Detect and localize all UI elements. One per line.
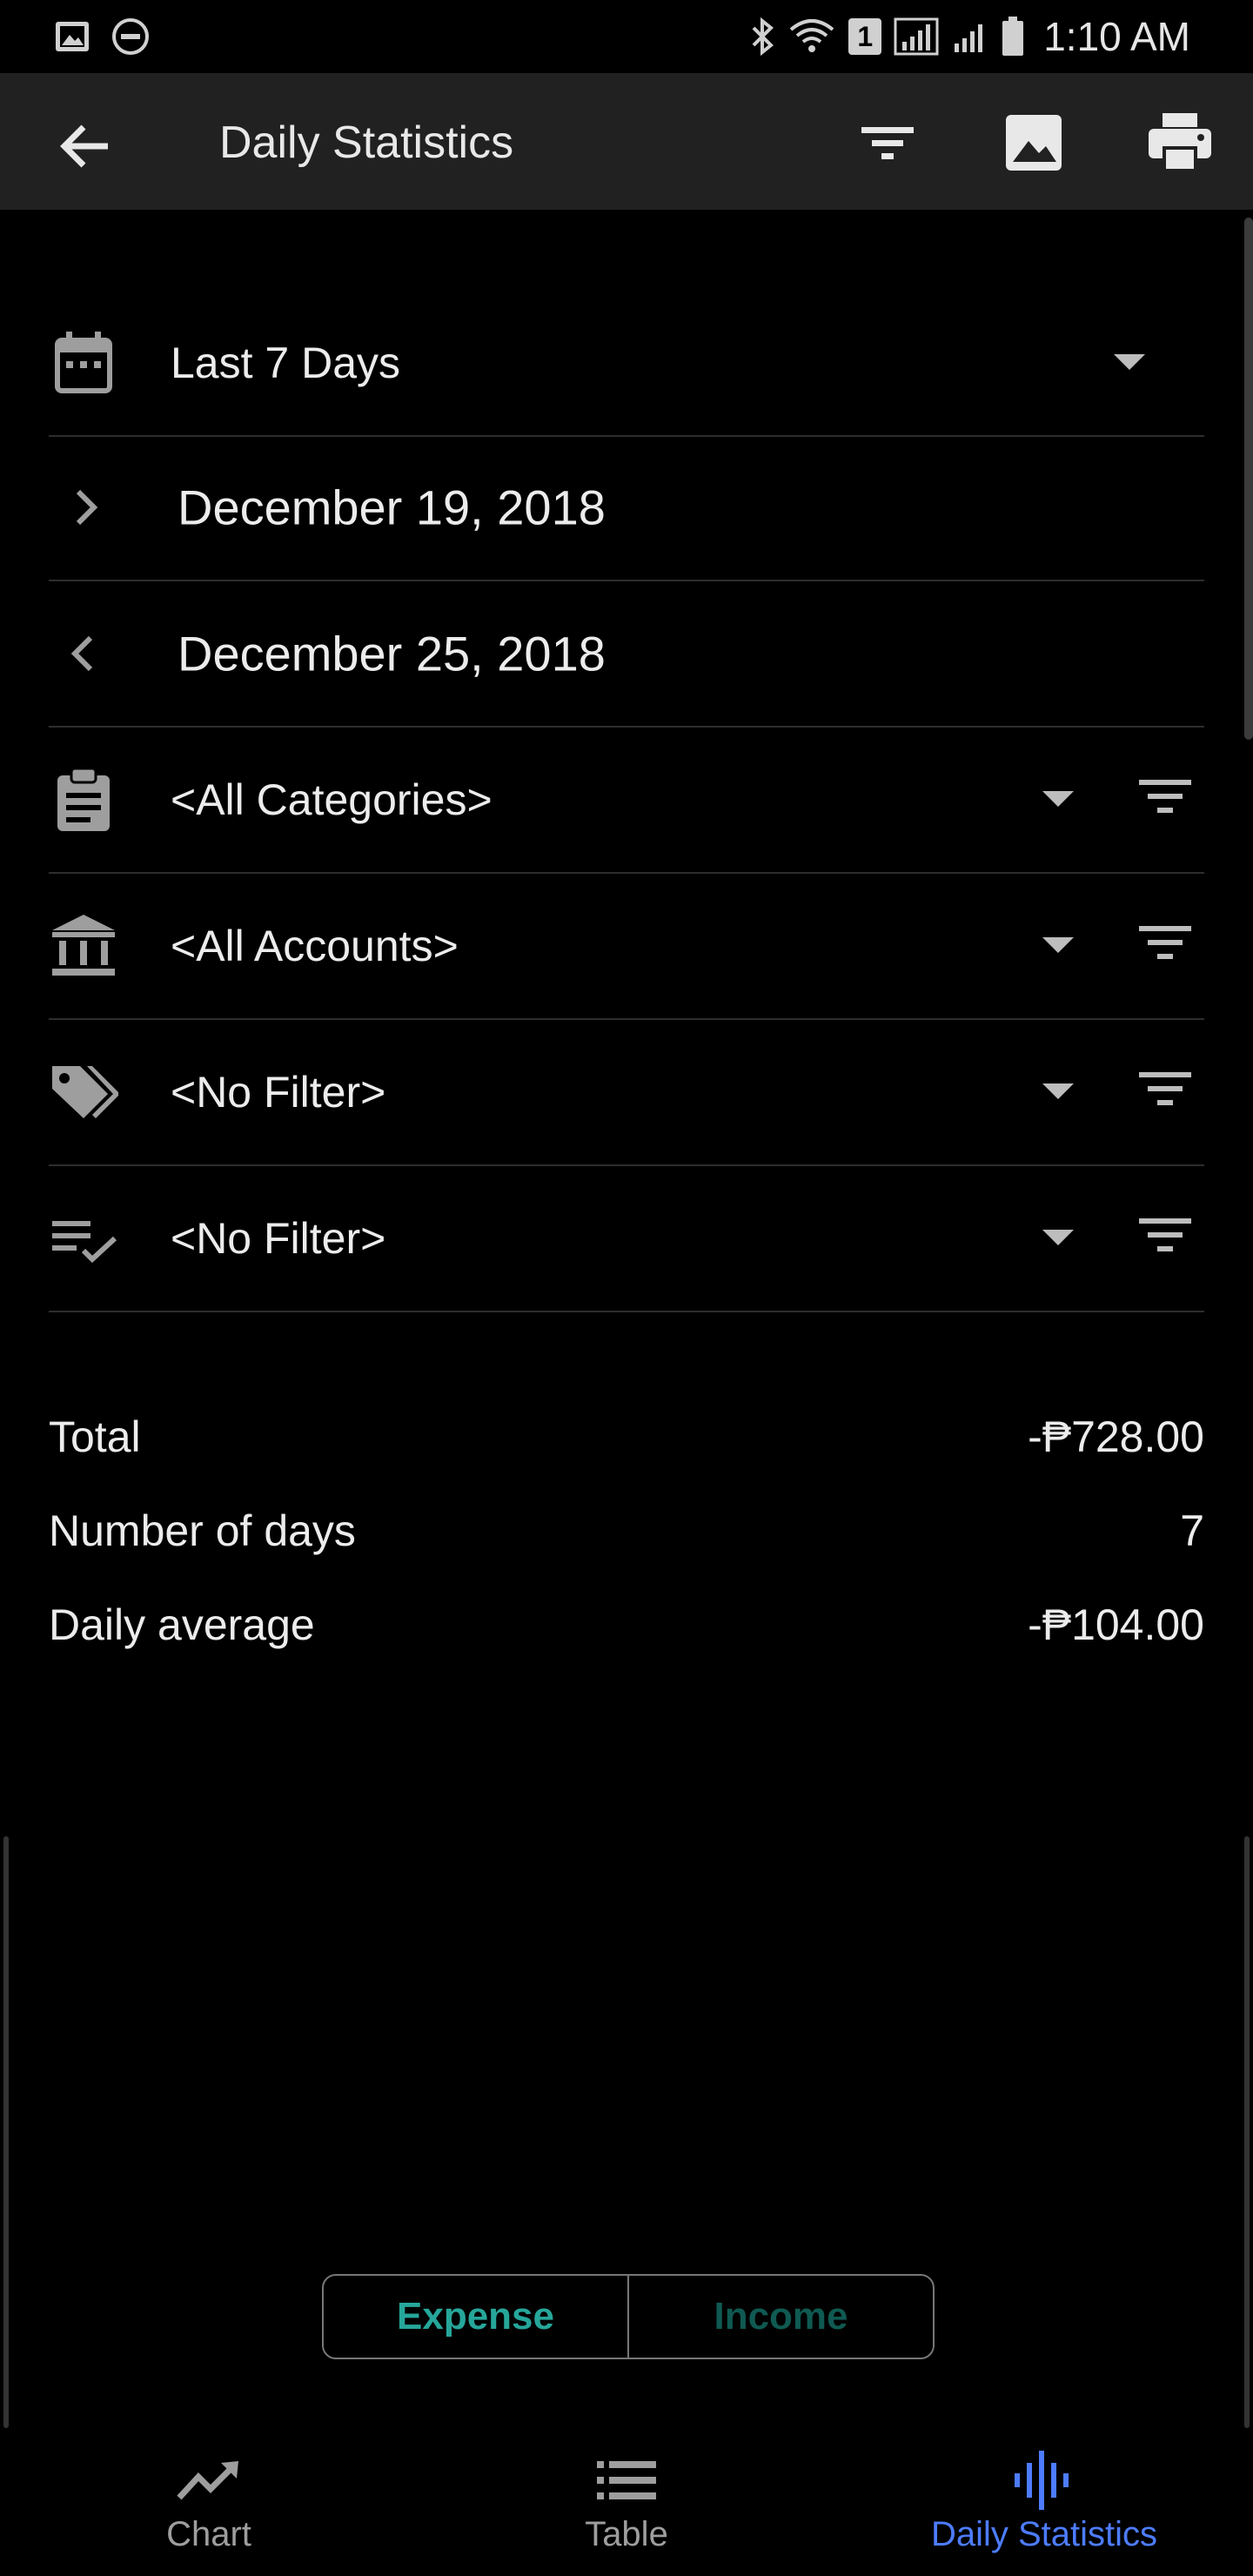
scroll-edge-right	[1244, 1836, 1250, 2428]
print-icon[interactable]	[1145, 108, 1215, 178]
signal-2-icon	[955, 24, 983, 52]
filter-icon[interactable]	[1135, 914, 1196, 975]
clock: 1:10 AM	[1043, 14, 1190, 59]
days-label: Number of days	[49, 1506, 356, 1555]
status-value: <No Filter>	[171, 1214, 386, 1263]
app-bar: Daily Statistics	[0, 73, 1253, 210]
expense-tab[interactable]: Expense	[324, 2276, 627, 2358]
filter-icon[interactable]	[853, 108, 922, 178]
clipboard-icon	[57, 767, 110, 831]
income-tab[interactable]: Income	[627, 2276, 933, 2358]
calendar-icon	[55, 332, 112, 393]
start-date[interactable]: December 19, 2018	[178, 480, 606, 536]
chevron-left-icon[interactable]	[49, 619, 118, 688]
tags-icon	[52, 1066, 118, 1118]
category-dropdown[interactable]: <All Categories>	[49, 728, 1204, 874]
total-row: Total -₱728.00	[49, 1412, 1204, 1472]
gallery-notification-icon	[56, 22, 89, 51]
bank-icon	[52, 915, 115, 976]
signal-icon	[894, 17, 939, 56]
nav-table[interactable]: Table	[418, 2428, 835, 2576]
category-value: <All Categories>	[171, 775, 492, 824]
period-dropdown[interactable]: Last 7 Days	[49, 291, 1204, 437]
trending-up-icon	[177, 2461, 238, 2500]
total-value: -₱728.00	[1028, 1412, 1204, 1461]
scroll-edge-left	[3, 1836, 9, 2428]
sim-badge: 1	[848, 18, 882, 55]
total-label: Total	[49, 1412, 141, 1461]
nav-chart[interactable]: Chart	[0, 2428, 418, 2576]
status-dropdown[interactable]: <No Filter>	[49, 1166, 1204, 1312]
tag-value: <No Filter>	[171, 1068, 386, 1117]
back-arrow-icon[interactable]	[50, 111, 120, 181]
battery-icon	[1002, 17, 1024, 56]
nav-daily-label: Daily Statistics	[930, 2515, 1158, 2553]
list-icon	[597, 2461, 656, 2499]
average-value: -₱104.00	[1028, 1600, 1204, 1649]
filter-icon[interactable]	[1135, 768, 1196, 828]
chevron-right-icon[interactable]	[49, 473, 118, 542]
nav-chart-label: Chart	[166, 2515, 251, 2553]
page-title: Daily Statistics	[219, 117, 514, 168]
status-bar: 1 1:10 AM	[0, 0, 1253, 73]
end-date[interactable]: December 25, 2018	[178, 626, 606, 682]
nav-daily-statistics[interactable]: Daily Statistics	[835, 2428, 1253, 2576]
do-not-disturb-icon	[112, 18, 149, 55]
type-toggle[interactable]: Expense Income	[322, 2274, 935, 2359]
dropdown-arrow-icon	[1042, 1083, 1074, 1099]
account-dropdown[interactable]: <All Accounts>	[49, 874, 1204, 1020]
average-label: Daily average	[49, 1600, 315, 1649]
dropdown-arrow-icon	[1042, 791, 1074, 807]
dropdown-arrow-icon	[1114, 354, 1145, 370]
tag-dropdown[interactable]: <No Filter>	[49, 1020, 1204, 1166]
end-date-row[interactable]: December 25, 2018	[49, 581, 1204, 728]
image-export-icon[interactable]	[999, 108, 1069, 178]
wifi-icon	[789, 19, 834, 52]
days-row: Number of days 7	[49, 1506, 1204, 1566]
period-value: Last 7 Days	[171, 339, 401, 387]
scrollbar[interactable]	[1244, 218, 1253, 740]
nav-table-label: Table	[585, 2515, 668, 2553]
dropdown-arrow-icon	[1042, 1230, 1074, 1245]
filter-icon[interactable]	[1135, 1206, 1196, 1267]
checklist-icon	[52, 1221, 117, 1264]
dropdown-arrow-icon	[1042, 937, 1074, 953]
bars-icon	[1015, 2451, 1069, 2510]
bluetooth-icon	[752, 17, 774, 56]
account-value: <All Accounts>	[171, 922, 459, 970]
average-row: Daily average -₱104.00	[49, 1600, 1204, 1660]
start-date-row[interactable]: December 19, 2018	[49, 435, 1204, 581]
filter-icon[interactable]	[1135, 1060, 1196, 1121]
bottom-nav: Chart Table Daily Statistics	[0, 2428, 1253, 2576]
days-value: 7	[1180, 1506, 1204, 1555]
